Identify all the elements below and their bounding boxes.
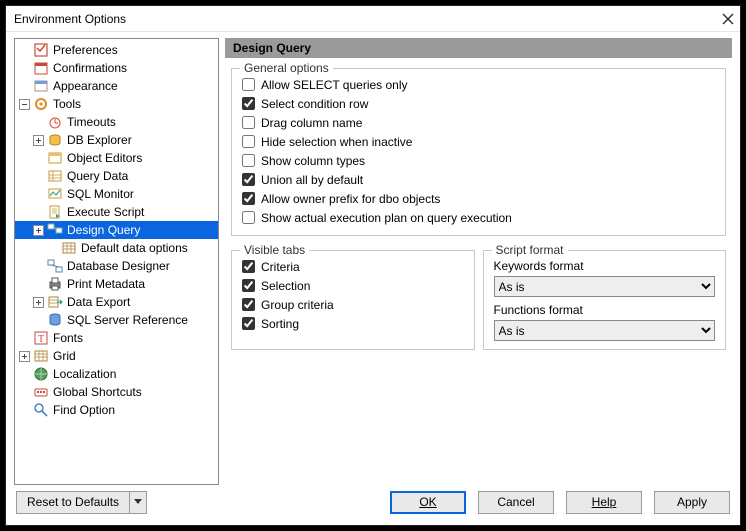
tree-item-sql-monitor[interactable]: SQL Monitor [15, 185, 218, 203]
preferences-icon [33, 42, 49, 58]
checkbox-allow-select-only[interactable]: Allow SELECT queries only [242, 75, 715, 94]
apply-button[interactable]: Apply [654, 491, 730, 514]
tree-item-preferences[interactable]: Preferences [15, 41, 218, 59]
functions-format-select[interactable]: As is [494, 320, 716, 341]
button-bar: Reset to Defaults OK Cancel Help Apply [6, 485, 740, 525]
content-area: Preferences Confirmations Appearance Too… [6, 32, 740, 485]
expand-icon[interactable] [33, 225, 44, 236]
tree-item-database-designer[interactable]: Database Designer [15, 257, 218, 275]
tree-item-timeouts[interactable]: Timeouts [15, 113, 218, 131]
confirmations-icon [33, 60, 49, 76]
tree-item-query-data[interactable]: Query Data [15, 167, 218, 185]
checkbox-show-exec-plan[interactable]: Show actual execution plan on query exec… [242, 208, 715, 227]
functions-format-label: Functions format [494, 303, 716, 317]
navigation-tree[interactable]: Preferences Confirmations Appearance Too… [14, 38, 219, 485]
sql-server-reference-icon [47, 312, 63, 328]
checkbox-show-column-types[interactable]: Show column types [242, 151, 715, 170]
keywords-format-label: Keywords format [494, 259, 716, 273]
timeouts-icon [47, 114, 63, 130]
query-data-icon [47, 168, 63, 184]
tree-item-data-export[interactable]: Data Export [15, 293, 218, 311]
execute-script-icon [47, 204, 63, 220]
checkbox-allow-owner-prefix[interactable]: Allow owner prefix for dbo objects [242, 189, 715, 208]
print-metadata-icon [47, 276, 63, 292]
checkbox-union-all-default[interactable]: Union all by default [242, 170, 715, 189]
checkbox-selection[interactable]: Selection [242, 276, 464, 295]
checkbox-drag-column-name[interactable]: Drag column name [242, 113, 715, 132]
fonts-icon: T [33, 330, 49, 346]
tree-item-design-query[interactable]: Design Query [15, 221, 218, 239]
keywords-format-select[interactable]: As is [494, 276, 716, 297]
tree-item-appearance[interactable]: Appearance [15, 77, 218, 95]
tree-item-db-explorer[interactable]: DB Explorer [15, 131, 218, 149]
tree-item-default-data-options[interactable]: Default data options [15, 239, 218, 257]
database-designer-icon [47, 258, 63, 274]
environment-options-dialog: Environment Options Preferences Confirma… [5, 5, 741, 526]
general-options-group: General options Allow SELECT queries onl… [231, 68, 726, 236]
collapse-icon[interactable] [19, 99, 30, 110]
checkbox-criteria[interactable]: Criteria [242, 257, 464, 276]
tree-item-localization[interactable]: Localization [15, 365, 218, 383]
visible-tabs-legend: Visible tabs [240, 243, 309, 257]
expand-icon[interactable] [33, 135, 44, 146]
checkbox-group-criteria[interactable]: Group criteria [242, 295, 464, 314]
tree-item-global-shortcuts[interactable]: Global Shortcuts [15, 383, 218, 401]
localization-icon [33, 366, 49, 382]
tree-item-find-option[interactable]: Find Option [15, 401, 218, 419]
tree-item-print-metadata[interactable]: Print Metadata [15, 275, 218, 293]
default-data-options-icon [61, 240, 77, 256]
checkbox-hide-selection-inactive[interactable]: Hide selection when inactive [242, 132, 715, 151]
reset-to-defaults-split: Reset to Defaults [16, 491, 147, 514]
section-header: Design Query [225, 38, 732, 58]
tree-item-confirmations[interactable]: Confirmations [15, 59, 218, 77]
general-options-legend: General options [240, 61, 333, 75]
cancel-button[interactable]: Cancel [478, 491, 554, 514]
tools-icon [33, 96, 49, 112]
global-shortcuts-icon [33, 384, 49, 400]
sql-monitor-icon [47, 186, 63, 202]
reset-to-defaults-button[interactable]: Reset to Defaults [16, 491, 129, 514]
tree-item-execute-script[interactable]: Execute Script [15, 203, 218, 221]
window-title: Environment Options [14, 12, 722, 26]
ok-button[interactable]: OK [390, 491, 466, 514]
expand-icon[interactable] [33, 297, 44, 308]
find-option-icon [33, 402, 49, 418]
script-format-group: Script format Keywords format As is Func… [483, 250, 727, 350]
expand-icon[interactable] [19, 351, 30, 362]
design-query-icon [47, 222, 63, 238]
close-button[interactable] [722, 13, 734, 25]
reset-to-defaults-dropdown[interactable] [129, 491, 147, 514]
tree-item-fonts[interactable]: TFonts [15, 329, 218, 347]
tree-item-grid[interactable]: Grid [15, 347, 218, 365]
tree-item-sql-server-reference[interactable]: SQL Server Reference [15, 311, 218, 329]
script-format-legend: Script format [492, 243, 568, 257]
help-button[interactable]: Help [566, 491, 642, 514]
appearance-icon [33, 78, 49, 94]
svg-text:T: T [38, 334, 44, 345]
tree-item-object-editors[interactable]: Object Editors [15, 149, 218, 167]
db-explorer-icon [47, 132, 63, 148]
checkbox-select-condition-row[interactable]: Select condition row [242, 94, 715, 113]
object-editors-icon [47, 150, 63, 166]
data-export-icon [47, 294, 63, 310]
checkbox-sorting[interactable]: Sorting [242, 314, 464, 333]
tree-item-tools[interactable]: Tools [15, 95, 218, 113]
grid-icon [33, 348, 49, 364]
visible-tabs-group: Visible tabs Criteria Selection Group cr… [231, 250, 475, 350]
titlebar: Environment Options [6, 6, 740, 32]
settings-pane: Design Query General options Allow SELEC… [225, 38, 732, 485]
